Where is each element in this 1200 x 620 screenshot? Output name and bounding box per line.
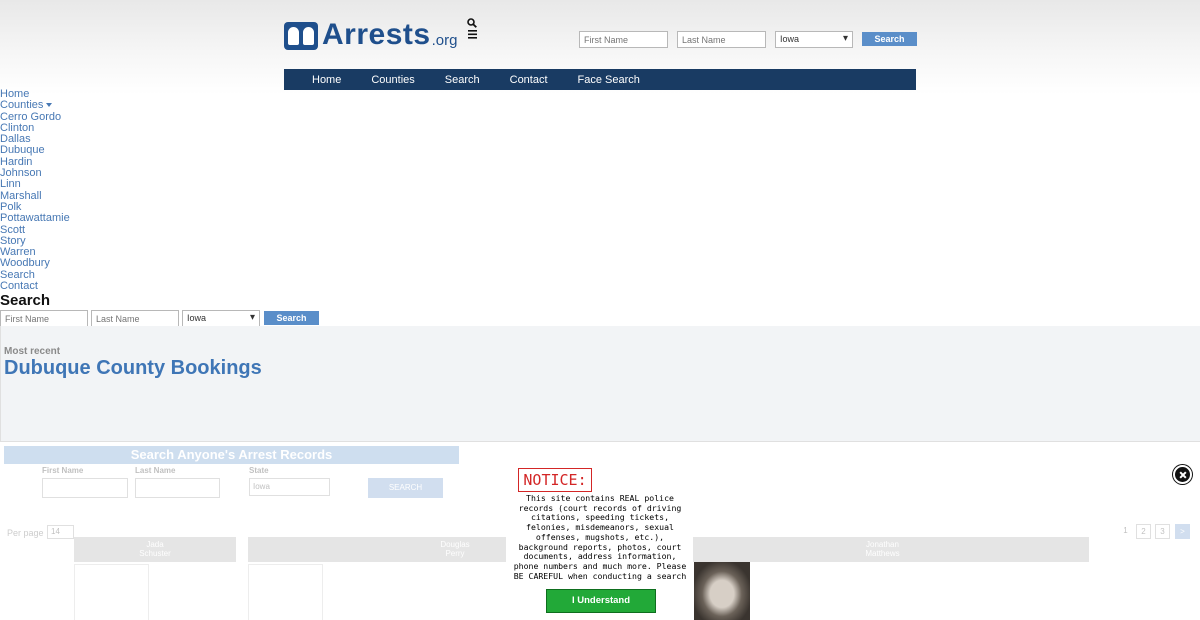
nav-face-search[interactable]: Face Search [578, 74, 640, 86]
understand-button[interactable]: I Understand [546, 589, 656, 613]
promo-first-label: First Name [42, 466, 84, 475]
logo-icon [284, 22, 318, 50]
sidebar-item-pottawattamie[interactable]: Pottawattamie [0, 212, 70, 224]
card-name[interactable]: Jonathan Matthews [676, 537, 1089, 562]
nav-home[interactable]: Home [312, 74, 341, 86]
header-last-name-input[interactable] [677, 31, 766, 48]
per-page-label: Per page [7, 528, 44, 538]
mugshot-photo[interactable] [694, 562, 750, 620]
chevron-down-icon [46, 103, 53, 108]
promo-title: Search Anyone's Arrest Records [4, 446, 459, 464]
page: Arrests .org Iowa Search Home Counties S… [0, 0, 1200, 620]
nav-search[interactable]: Search [445, 74, 480, 86]
header-first-name-input[interactable] [579, 31, 668, 48]
notice-body: This site contains REAL police records (… [513, 493, 687, 581]
logo-tld: .org [431, 32, 458, 49]
sidebar-item-counties[interactable]: Counties [0, 100, 70, 111]
last-name-input[interactable] [91, 310, 179, 327]
first-name-input[interactable] [0, 310, 88, 327]
mugshot-image[interactable] [74, 564, 149, 620]
search-form: Iowa Search [0, 310, 319, 327]
nav-counties[interactable]: Counties [371, 74, 414, 86]
sidebar-menu: Home Counties Cerro Gordo Clinton Dallas… [0, 88, 70, 292]
card-last-name: Schuster [139, 549, 171, 558]
notice-dialog: NOTICE: This site contains REAL police r… [506, 464, 693, 620]
bookings-subtitle: Most recent [4, 346, 61, 357]
header-search-button[interactable]: Search [862, 32, 917, 46]
search-heading: Search [0, 292, 51, 309]
page-next[interactable]: > [1175, 524, 1190, 539]
header-icons [466, 18, 478, 40]
card-first-name: Jonathan [866, 540, 899, 549]
promo-last-input[interactable] [135, 478, 220, 498]
bookings-header-band [0, 326, 1200, 442]
card-name[interactable]: Jada Schuster [74, 537, 236, 562]
promo-search-button[interactable]: SEARCH [368, 478, 443, 498]
header-state-select[interactable]: Iowa [775, 31, 853, 48]
page-2[interactable]: 2 [1136, 524, 1151, 539]
notice-title: NOTICE: [518, 468, 592, 492]
sidebar-item-linn[interactable]: Linn [0, 179, 70, 191]
site-logo[interactable]: Arrests .org [284, 20, 457, 50]
sidebar-item-contact[interactable]: Contact [0, 280, 70, 292]
nav-contact[interactable]: Contact [510, 74, 548, 86]
page-title: Dubuque County Bookings [4, 357, 262, 379]
header-search-form: Iowa Search [579, 31, 917, 48]
sidebar-item-label: Counties [0, 99, 44, 112]
per-page-select[interactable]: 14 [47, 525, 74, 539]
search-icon[interactable] [466, 18, 478, 29]
card-first-name: Jada [146, 540, 164, 549]
mugshot-image[interactable] [248, 564, 323, 620]
main-nav: Home Counties Search Contact Face Search [284, 69, 916, 90]
logo-text: Arrests [322, 18, 431, 51]
page-1[interactable]: 1 [1118, 524, 1133, 539]
promo-first-input[interactable] [42, 478, 128, 498]
promo-last-label: Last Name [135, 466, 176, 475]
state-select[interactable]: Iowa [182, 310, 260, 327]
promo-state-select[interactable]: Iowa [249, 478, 330, 496]
promo-state-label: State [249, 466, 269, 475]
page-3[interactable]: 3 [1155, 524, 1170, 539]
card-last-name: Matthews [865, 549, 900, 558]
close-icon[interactable] [1173, 465, 1192, 484]
search-button[interactable]: Search [264, 311, 319, 325]
hamburger-menu-icon[interactable] [466, 29, 478, 40]
